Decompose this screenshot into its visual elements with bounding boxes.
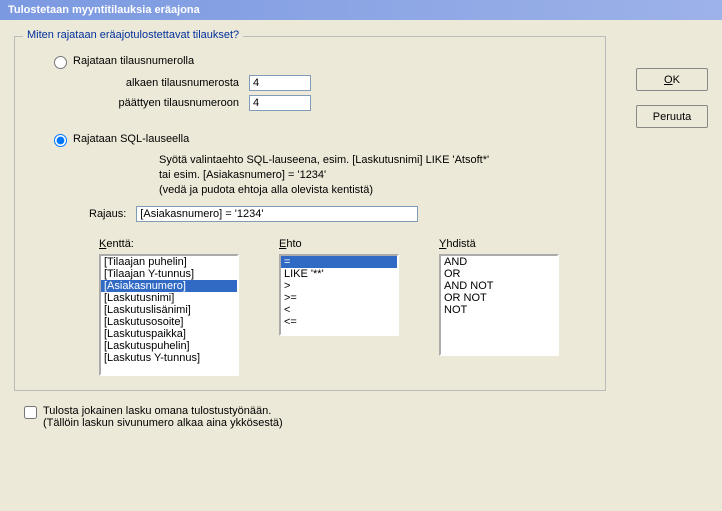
- radio-by-number-row[interactable]: Rajataan tilausnumerolla: [49, 53, 591, 69]
- list-item[interactable]: >=: [281, 292, 397, 304]
- button-column: OK Peruuta: [636, 68, 708, 128]
- radio-by-sql-label: Rajataan SQL-lauseella: [73, 133, 189, 145]
- ok-button[interactable]: OK: [636, 68, 708, 91]
- list-item[interactable]: NOT: [441, 304, 557, 316]
- dialog-content: Miten rajataan eräajotulostettavat tilau…: [0, 20, 722, 435]
- kentta-column: Kenttä: [Tilaajan puhelin][Tilaajan Y-tu…: [99, 238, 239, 376]
- radio-by-sql-row[interactable]: Rajataan SQL-lauseella: [49, 131, 591, 147]
- sql-hint: Syötä valintaehto SQL-lauseena, esim. [L…: [159, 153, 591, 198]
- separate-jobs-row[interactable]: Tulosta jokainen lasku omana tulostustyö…: [20, 405, 708, 429]
- list-item[interactable]: [Tilaajan puhelin]: [101, 256, 237, 268]
- yhdista-column: Yhdistä ANDORAND NOTOR NOTNOT: [439, 238, 559, 376]
- cancel-button[interactable]: Peruuta: [636, 105, 708, 128]
- kentta-label: Kenttä:: [99, 238, 239, 250]
- list-item[interactable]: >: [281, 280, 397, 292]
- ehto-column: Ehto =LIKE '**'>>=<<=: [279, 238, 399, 376]
- yhdista-label: Yhdistä: [439, 238, 559, 250]
- radio-by-number[interactable]: [54, 56, 67, 69]
- from-row: alkaen tilausnumerosta: [99, 75, 591, 91]
- list-item[interactable]: [Laskutuslisänimi]: [101, 304, 237, 316]
- list-item[interactable]: [Tilaajan Y-tunnus]: [101, 268, 237, 280]
- list-item[interactable]: OR: [441, 268, 557, 280]
- list-item[interactable]: AND: [441, 256, 557, 268]
- groupbox-legend: Miten rajataan eräajotulostettavat tilau…: [23, 29, 243, 41]
- list-item[interactable]: [Asiakasnumero]: [101, 280, 237, 292]
- radio-by-number-label: Rajataan tilausnumerolla: [73, 55, 194, 67]
- lists-row: Kenttä: [Tilaajan puhelin][Tilaajan Y-tu…: [99, 238, 591, 376]
- hint-line2: tai esim. [Asiakasnumero] = '1234': [159, 168, 591, 183]
- from-label: alkaen tilausnumerosta: [99, 77, 239, 89]
- hint-line3: (vedä ja pudota ehtoja alla olevista ken…: [159, 183, 591, 198]
- separate-jobs-checkbox[interactable]: [24, 406, 37, 419]
- list-item[interactable]: AND NOT: [441, 280, 557, 292]
- from-input[interactable]: [249, 75, 311, 91]
- list-item[interactable]: [Laskutuspaikka]: [101, 328, 237, 340]
- rajaus-input[interactable]: [136, 206, 418, 222]
- title-bar: Tulostetaan myyntitilauksia eräajona: [0, 0, 722, 20]
- rajaus-row: Rajaus:: [89, 206, 591, 222]
- rajaus-label: Rajaus:: [89, 208, 126, 220]
- to-input[interactable]: [249, 95, 311, 111]
- ehto-listbox[interactable]: =LIKE '**'>>=<<=: [279, 254, 399, 336]
- to-label: päättyen tilausnumeroon: [99, 97, 239, 109]
- list-item[interactable]: <: [281, 304, 397, 316]
- separate-jobs-label: Tulosta jokainen lasku omana tulostustyö…: [43, 405, 283, 429]
- list-item[interactable]: [Laskutusnimi]: [101, 292, 237, 304]
- list-item[interactable]: OR NOT: [441, 292, 557, 304]
- list-item[interactable]: [Laskutuspuhelin]: [101, 340, 237, 352]
- window-title: Tulostetaan myyntitilauksia eräajona: [8, 4, 200, 16]
- list-item[interactable]: =: [281, 256, 397, 268]
- filter-groupbox: Miten rajataan eräajotulostettavat tilau…: [14, 36, 606, 391]
- list-item[interactable]: LIKE '**': [281, 268, 397, 280]
- yhdista-listbox[interactable]: ANDORAND NOTOR NOTNOT: [439, 254, 559, 356]
- list-item[interactable]: [Laskutusosoite]: [101, 316, 237, 328]
- list-item[interactable]: [Laskutus Y-tunnus]: [101, 352, 237, 364]
- to-row: päättyen tilausnumeroon: [99, 95, 591, 111]
- hint-line1: Syötä valintaehto SQL-lauseena, esim. [L…: [159, 153, 591, 168]
- list-item[interactable]: <=: [281, 316, 397, 328]
- ehto-label: Ehto: [279, 238, 399, 250]
- radio-by-sql[interactable]: [54, 134, 67, 147]
- kentta-listbox[interactable]: [Tilaajan puhelin][Tilaajan Y-tunnus][As…: [99, 254, 239, 376]
